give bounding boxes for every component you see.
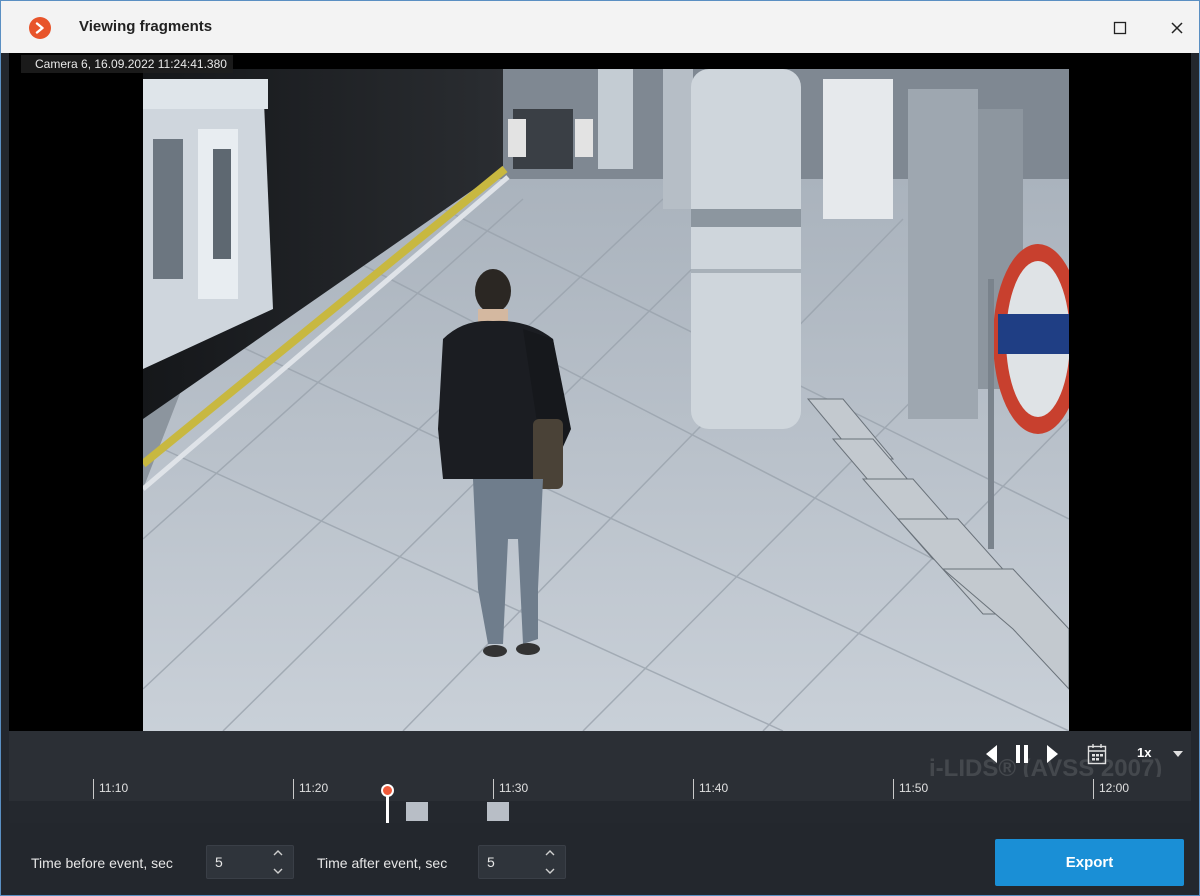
- export-button[interactable]: Export: [995, 839, 1184, 886]
- pause-button[interactable]: [1011, 741, 1033, 767]
- timeline-tick: [293, 779, 294, 799]
- timeline-tick: [893, 779, 894, 799]
- timeline-tick-label: 11:10: [99, 781, 129, 795]
- timeline-tick: [493, 779, 494, 799]
- timeline-cursor-handle[interactable]: [381, 784, 394, 797]
- time-after-arrows[interactable]: [543, 850, 557, 874]
- timeline-tick: [93, 779, 94, 799]
- timeline-tick-label: 11:20: [299, 781, 329, 795]
- calendar-button[interactable]: [1084, 741, 1110, 767]
- speed-dropdown-button[interactable]: [1169, 741, 1187, 767]
- prev-frame-icon: [986, 745, 997, 763]
- video-viewport[interactable]: Camera 6, 16.09.2022 11:24:41.380: [9, 53, 1191, 731]
- chevron-down-icon[interactable]: [273, 868, 283, 874]
- title-bar: Viewing fragments: [1, 1, 1199, 53]
- calendar-icon: [1087, 744, 1107, 765]
- export-settings-bar: Time before event, sec 5 Time after even…: [1, 823, 1199, 895]
- camera-video-frame[interactable]: [143, 69, 1069, 731]
- recorded-fragment[interactable]: [406, 802, 428, 821]
- next-frame-button[interactable]: [1041, 741, 1063, 767]
- maximize-icon: [1113, 21, 1127, 35]
- chevron-down-icon[interactable]: [545, 868, 555, 874]
- timeline[interactable]: 11:10 11:20 11:30 11:40 11:50 12:00: [9, 777, 1191, 823]
- time-after-label: Time after event, sec: [317, 855, 448, 871]
- video-image: [143, 69, 1069, 731]
- timeline-tick: [693, 779, 694, 799]
- time-after-value[interactable]: 5: [487, 854, 495, 870]
- time-before-value[interactable]: 5: [215, 854, 223, 870]
- close-icon: [1171, 22, 1183, 34]
- close-button[interactable]: [1164, 15, 1190, 41]
- camera-timestamp-label: Camera 6, 16.09.2022 11:24:41.380: [21, 55, 233, 73]
- timeline-track[interactable]: [9, 801, 1191, 823]
- timeline-tick: [1093, 779, 1094, 799]
- pause-icon: [1016, 745, 1028, 763]
- playback-speed-value[interactable]: 1x: [1137, 745, 1151, 760]
- timeline-tick-label: 11:50: [899, 781, 929, 795]
- window-title: Viewing fragments: [79, 18, 213, 35]
- prev-frame-button[interactable]: [981, 741, 1003, 767]
- viewing-fragments-window: Viewing fragments Camera 6, 16.09.2022 1…: [0, 0, 1200, 896]
- play-icon: [1047, 745, 1058, 763]
- chevron-up-icon[interactable]: [545, 850, 555, 856]
- time-before-arrows[interactable]: [271, 850, 285, 874]
- timeline-tick-label: 11:40: [699, 781, 729, 795]
- chevron-down-icon: [1173, 751, 1183, 757]
- timeline-ruler: 11:10 11:20 11:30 11:40 11:50 12:00: [9, 777, 1191, 801]
- timeline-tick-label: 11:30: [499, 781, 529, 795]
- time-before-label: Time before event, sec: [31, 855, 173, 871]
- app-logo-icon: [29, 17, 51, 39]
- chevron-up-icon[interactable]: [273, 850, 283, 856]
- recorded-fragment[interactable]: [487, 802, 509, 821]
- time-before-stepper[interactable]: 5: [206, 845, 294, 879]
- time-after-stepper[interactable]: 5: [478, 845, 566, 879]
- maximize-button[interactable]: [1107, 15, 1133, 41]
- playback-control-bar: i-LIDS® (AVSS 2007) 1x: [9, 731, 1191, 782]
- timeline-tick-label: 12:00: [1099, 781, 1130, 795]
